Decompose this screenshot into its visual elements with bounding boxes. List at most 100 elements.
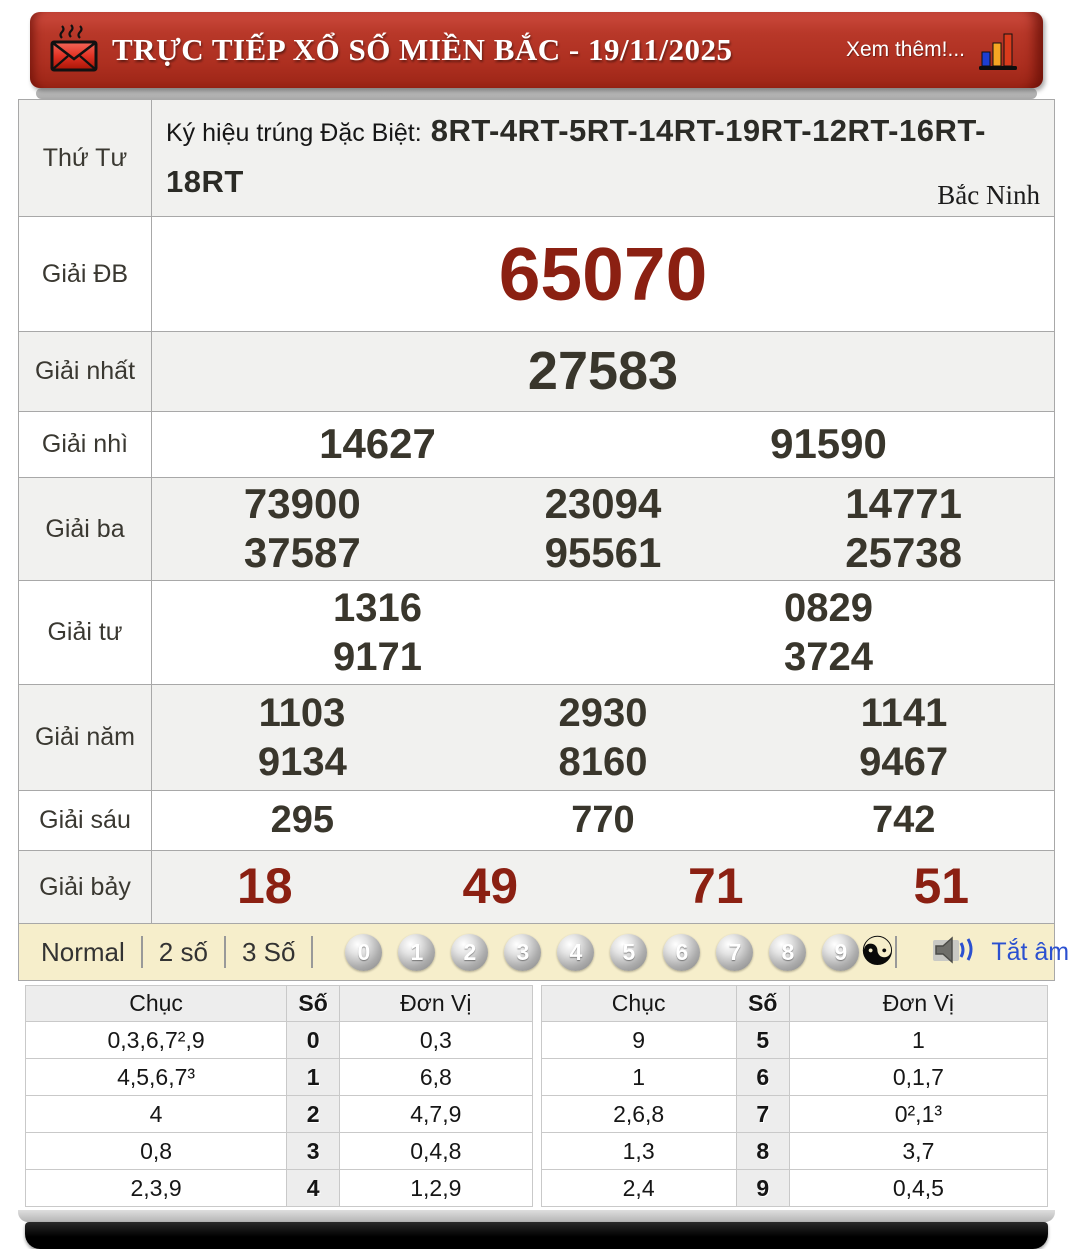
prize-number: 770 [571,798,635,841]
tens-cell: 0,3,6,7²,9 [24,1021,288,1059]
prize-number: 14627 [319,420,436,468]
digit-ball-6[interactable]: 6 [663,933,701,971]
prize-numbers-giai-db: 65070 [152,217,1054,331]
tens-cell: 9 [540,1021,737,1059]
prize-number: 27583 [527,341,679,402]
units-cell: 1 [788,1021,1049,1059]
prize-number: 37587 [243,529,361,577]
units-cell: 0,3 [339,1021,533,1059]
prize-number: 9467 [859,740,949,784]
tens-cell: 4 [24,1095,288,1133]
digit-cell: 3 [286,1132,341,1170]
prize-numbers-giai-ba: 73900 23094 14771 37587 95561 25738 [152,478,1054,580]
summary-row: 2,6,8 7 0²,1³ [540,1095,1049,1133]
prize-row-giai-tu: Giải tư 1316 0829 9171 3724 [19,580,1054,684]
summary-table-left: Chục Số Đơn Vị 0,3,6,7²,9 0 0,3 4,5,6,7³ 1 6,8 4 2… [24,985,533,1207]
prize-row-giai-ba: Giải ba 73900 23094 14771 37587 95561 25738 [19,477,1054,580]
digit-cell: 8 [735,1132,790,1170]
prize-label-giai-bay: Giải bảy [19,851,152,923]
summary-row: 1,3 8 3,7 [540,1132,1049,1170]
speaker-icon[interactable] [931,933,981,972]
digit-ball-2[interactable]: 2 [451,933,489,971]
digit-ball-9[interactable]: 9 [822,933,860,971]
units-cell: 1,2,9 [339,1169,533,1207]
digit-cell: 7 [735,1095,790,1133]
prize-rows: Giải ĐB 65070 Giải nhất 27583 Giải nhì 14627 9… [19,216,1054,923]
prize-number: 18 [236,858,293,915]
digit-ball-0[interactable]: 0 [345,933,383,971]
special-sign-cell: Ký hiệu trúng Đặc Biệt: 8RT-4RT-5RT-14RT-… [152,100,1054,216]
toolbar-separator [895,936,898,968]
see-more-link[interactable]: Xem thêm!... [846,38,965,62]
prize-number: 1141 [860,691,948,735]
prize-number: 3724 [784,634,873,679]
page-title: TRỰC TIẾP XỔ SỐ MIỀN BẮC - 19/11/2025 [112,32,733,67]
digit-ball-4[interactable]: 4 [557,933,595,971]
summary-row: 0,8 3 0,4,8 [24,1132,533,1170]
header-banner: TRỰC TIẾP XỔ SỐ MIỀN BẮC - 19/11/2025 Xe… [30,12,1043,88]
weekday-label: Thứ Tư [19,100,152,216]
summary-row: 0,3,6,7²,9 0 0,3 [24,1021,533,1059]
summary-row: 2,3,9 4 1,2,9 [24,1169,533,1207]
tens-cell: 4,5,6,7³ [24,1058,288,1096]
digit-ball-7[interactable]: 7 [716,933,754,971]
summary-row: 1 6 0,1,7 [540,1058,1049,1096]
prize-row-giai-bay: Giải bảy 18 49 71 51 [19,850,1054,923]
prize-number: 14771 [845,480,963,528]
prize-row-giai-nam: Giải năm 1103 2930 1141 9134 8160 9467 [19,684,1054,790]
prize-number: 49 [462,858,519,915]
digit-ball-1[interactable]: 1 [398,933,436,971]
prize-label-giai-tu: Giải tư [19,581,152,684]
mode-2-digits[interactable]: 2 số [143,937,224,968]
tens-cell: 2,6,8 [540,1095,737,1133]
banner-shadow-bar [36,88,1037,99]
sound-controls: Tắt âm [895,933,1072,972]
prize-numbers-giai-nhi: 14627 91590 [152,412,1054,477]
prize-number: 0829 [784,586,873,631]
bar-chart-icon[interactable] [979,31,1017,78]
summary-row: 4 2 4,7,9 [24,1095,533,1133]
digit-ball-5[interactable]: 5 [610,933,648,971]
prize-row-giai-sau: Giải sáu 295 770 742 [19,790,1054,850]
mode-normal[interactable]: Normal [35,937,141,968]
footer-gray-bar [18,1210,1055,1222]
summary-table-right: Chục Số Đơn Vị 9 5 1 1 6 0,1,7 2,6,8 7 0²,1³ 1,3 8 3,7… [540,985,1049,1207]
digit-ball-3[interactable]: 3 [504,933,542,971]
units-cell: 0,4,8 [339,1132,533,1170]
mode-3-digits[interactable]: 3 Số [226,937,312,968]
summary-row: 2,4 9 0,4,5 [540,1169,1049,1207]
toolbar-separator [311,936,314,968]
digit-cell: 1 [286,1058,341,1096]
summary-header: Chục [540,985,737,1022]
units-cell: 0,1,7 [788,1058,1049,1096]
summary-row: 951 [540,1021,1049,1059]
units-cell: 0²,1³ [788,1095,1049,1133]
mute-button[interactable]: Tắt âm [991,938,1069,967]
summary-header: Số [286,985,341,1022]
prize-numbers-giai-tu: 1316 0829 9171 3724 [152,581,1054,684]
yinyang-ball-icon[interactable]: ☯ [859,932,895,972]
prize-label-giai-ba: Giải ba [19,478,152,580]
province-name: Bắc Ninh [937,179,1040,210]
tens-cell: 0,8 [24,1132,288,1170]
prize-label-giai-nam: Giải năm [19,685,152,790]
prize-label-giai-db: Giải ĐB [19,217,152,331]
summary-header: Đơn Vị [788,985,1049,1022]
tens-cell: 1,3 [540,1132,737,1170]
digit-cell: 9 [735,1169,790,1207]
digit-cell: 2 [286,1095,341,1133]
prize-row-giai-db: Giải ĐB 65070 [19,216,1054,331]
head-tail-summary: Chục Số Đơn Vị 0,3,6,7²,9 0 0,3 4,5,6,7³ 1 6,8 4 2… [24,985,1049,1207]
digit-ball-8[interactable]: 8 [769,933,807,971]
prize-number: 2930 [558,691,648,735]
prize-numbers-giai-nhat: 27583 [152,332,1054,411]
prize-number: 8160 [558,740,648,784]
prize-number: 1316 [333,586,422,631]
digit-cell: 0 [286,1021,341,1059]
results-table: Thứ Tư Ký hiệu trúng Đặc Biệt: 8RT-4RT-5R… [18,99,1055,924]
tens-cell: 1 [540,1058,737,1096]
prize-numbers-giai-sau: 295 770 742 [152,791,1054,850]
prize-row-giai-nhi: Giải nhì 14627 91590 [19,411,1054,477]
digit-cell: 5 [735,1021,790,1059]
prize-label-giai-sau: Giải sáu [19,791,152,850]
